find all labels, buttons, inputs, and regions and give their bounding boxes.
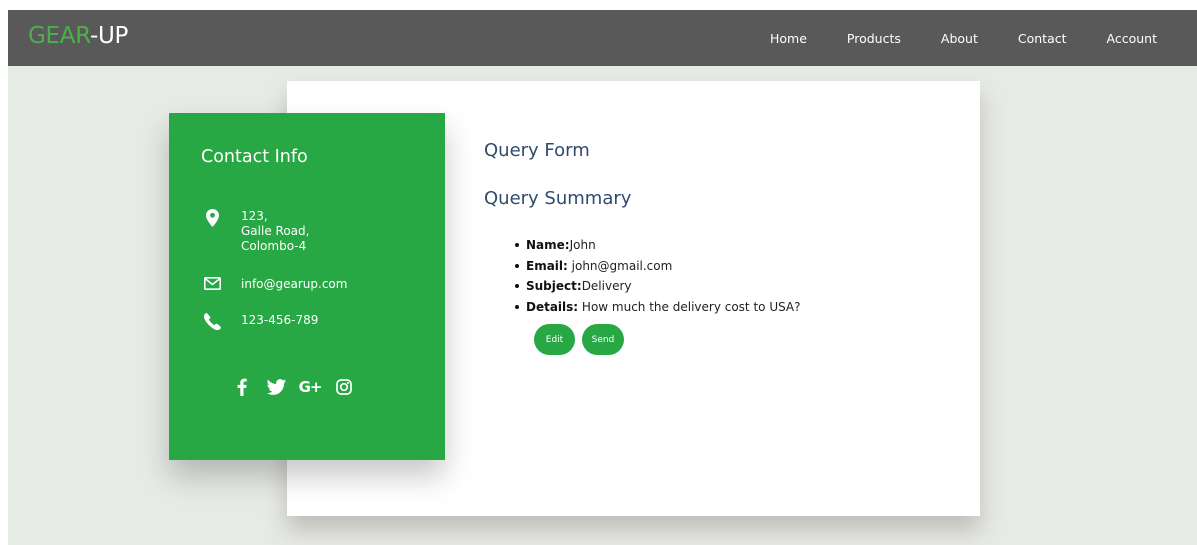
brand-logo[interactable]: GEAR-UP	[28, 23, 128, 49]
brand-logo-part2: -UP	[89, 23, 129, 49]
nav-item-products[interactable]: Products	[847, 31, 901, 46]
twitter-icon[interactable]	[265, 376, 287, 398]
brand-logo-part1: GEAR	[28, 23, 90, 49]
summary-item-name: Name: John	[515, 235, 801, 256]
address-line: Galle Road,	[241, 224, 310, 238]
address-text: 123, Galle Road, Colombo-4	[241, 209, 309, 254]
email-text[interactable]: info@gearup.com	[241, 277, 347, 292]
nav-item-home[interactable]: Home	[770, 31, 807, 46]
email-row: info@gearup.com	[199, 277, 347, 292]
bullet	[515, 263, 519, 268]
summary-key: Details:	[526, 299, 579, 314]
bullet	[515, 304, 519, 309]
address-line: Colombo-4	[241, 239, 307, 253]
edit-button[interactable]: Edit	[534, 324, 575, 355]
page-frame: GEAR-UP Home Products About Contact Acco…	[8, 10, 1197, 545]
google-plus-icon[interactable]: G+	[299, 376, 323, 398]
facebook-icon[interactable]	[231, 376, 253, 398]
summary-key: Email:	[526, 258, 568, 273]
summary-value: How much the delivery cost to USA?	[578, 299, 801, 314]
send-button[interactable]: Send	[582, 324, 624, 355]
summary-value: Delivery	[581, 279, 632, 293]
query-summary-list: Name: John Email: john@gmail.com Subject:…	[515, 235, 801, 317]
summary-actions: Edit Send	[534, 324, 631, 355]
nav-item-about[interactable]: About	[941, 31, 978, 46]
contact-info-panel: Contact Info 123, Galle Road, Colombo-4	[169, 113, 445, 460]
summary-key: Subject:	[526, 279, 582, 293]
summary-key: Name:	[526, 238, 570, 252]
social-links: G+	[231, 376, 367, 398]
map-marker-icon	[199, 209, 225, 227]
phone-text[interactable]: 123-456-789	[241, 313, 318, 328]
instagram-icon[interactable]	[333, 376, 355, 398]
bullet	[515, 243, 519, 248]
bullet	[515, 284, 519, 289]
navbar: GEAR-UP Home Products About Contact Acco…	[8, 10, 1197, 66]
query-form-title: Query Form	[484, 140, 590, 161]
summary-value: john@gmail.com	[567, 258, 673, 273]
summary-value: John	[569, 238, 596, 252]
summary-item-subject: Subject: Delivery	[515, 276, 801, 297]
nav-item-contact[interactable]: Contact	[1018, 31, 1067, 46]
contact-info-title: Contact Info	[201, 147, 308, 167]
query-summary-title: Query Summary	[484, 188, 632, 209]
nav-item-account[interactable]: Account	[1107, 31, 1157, 46]
envelope-icon	[199, 277, 225, 290]
address-line: 123,	[241, 209, 268, 223]
phone-row: 123-456-789	[199, 313, 318, 330]
nav-links: Home Products About Contact Account	[770, 10, 1197, 66]
phone-icon	[199, 313, 225, 330]
address-row: 123, Galle Road, Colombo-4	[199, 209, 309, 254]
summary-item-details: Details: How much the delivery cost to U…	[515, 297, 801, 318]
summary-item-email: Email: john@gmail.com	[515, 256, 801, 277]
